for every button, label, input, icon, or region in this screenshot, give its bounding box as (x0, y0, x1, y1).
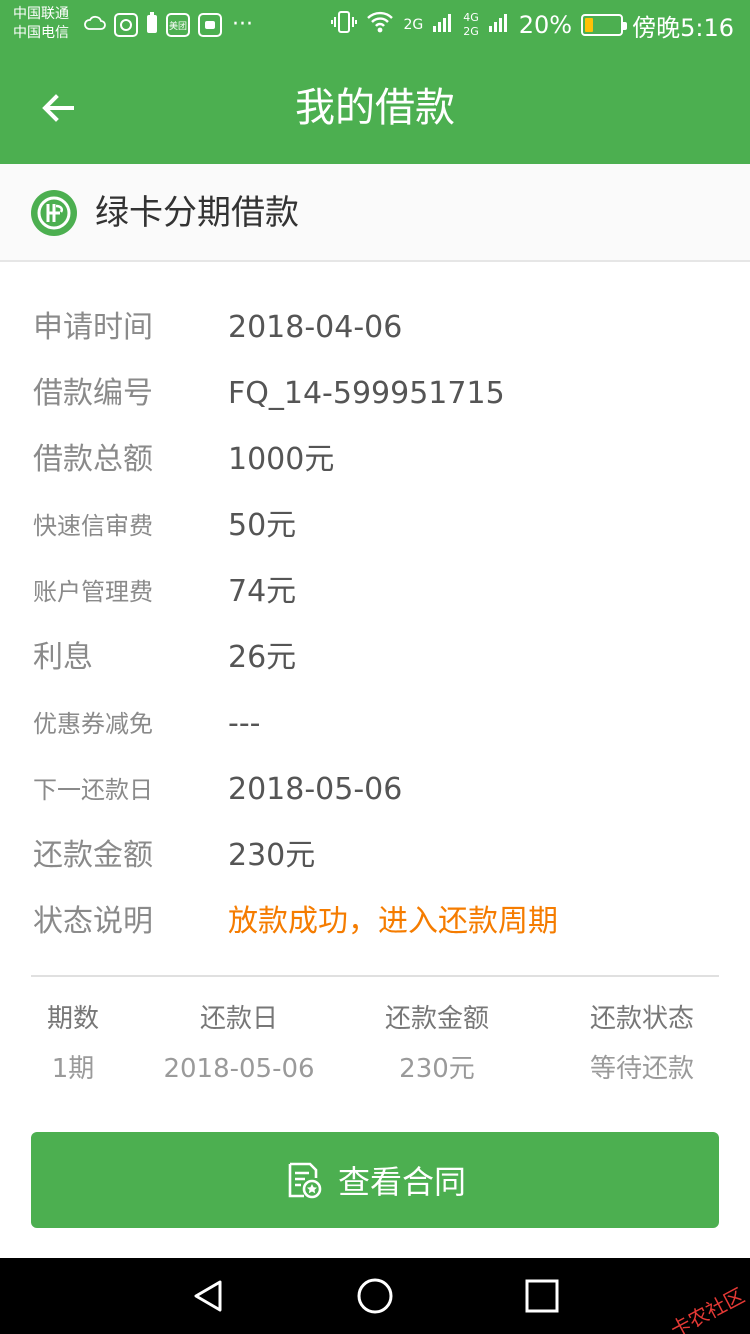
section-divider (31, 975, 719, 977)
detail-label: 下一还款日 (33, 776, 153, 804)
detail-label: 快速信审费 (33, 512, 153, 540)
status-bar: 中国联通 中国电信 美团 ··· 2G 4G 2G 20% 傍晚5:16 (0, 0, 750, 50)
more-notifications-icon: ··· (232, 12, 253, 37)
app-bar: 我的借款 (0, 50, 750, 164)
detail-label: 申请时间 (33, 310, 153, 345)
detail-label: 借款编号 (33, 376, 153, 411)
vibrate-icon (331, 9, 358, 41)
detail-label: 优惠券减免 (33, 710, 153, 738)
detail-value: 50元 (228, 508, 297, 543)
product-name: 绿卡分期借款 (95, 193, 299, 233)
detail-value: FQ_14-599951715 (228, 376, 505, 411)
table-cell-status: 等待还款 (589, 1054, 694, 1084)
notification-icons: 美团 ··· (84, 12, 253, 38)
detail-row-review-fee: 快速信审费 50元 (0, 494, 750, 560)
wifi-icon (366, 10, 394, 40)
triangle-back-icon (194, 1280, 222, 1312)
detail-row-coupon: 优惠券减免 --- (0, 692, 750, 758)
table-cell-due-date: 2018-05-06 (163, 1054, 315, 1084)
lvka-logo-icon (31, 190, 77, 236)
detail-row-repay-amount: 还款金额 230元 (0, 824, 750, 890)
page-title: 我的借款 (295, 85, 455, 131)
detail-row-loan-number: 借款编号 FQ_14-599951715 (0, 362, 750, 428)
loan-app-icon (114, 13, 138, 37)
detail-label: 借款总额 (33, 442, 153, 477)
status-right: 2G 4G 2G 20% 傍晚5:16 (331, 8, 734, 42)
battery-percent: 20% (518, 11, 573, 39)
circle-home-icon (357, 1278, 393, 1314)
nav-recent-button[interactable] (522, 1276, 562, 1316)
table-header-due-date: 还款日 (199, 1004, 278, 1034)
square-recent-icon (525, 1279, 559, 1313)
detail-value: 1000元 (228, 442, 335, 477)
detail-row-apply-date: 申请时间 2018-04-06 (0, 296, 750, 362)
detail-value: --- (228, 706, 261, 741)
meituan-icon: 美团 (166, 13, 190, 37)
table-header-status: 还款状态 (589, 1004, 694, 1034)
nav-back-button[interactable] (188, 1276, 228, 1316)
battery-icon (581, 14, 628, 36)
battery-fill (585, 18, 593, 32)
nav-home-button[interactable] (355, 1276, 395, 1316)
detail-row-account-fee: 账户管理费 74元 (0, 560, 750, 626)
table-cell-period: 1期 (51, 1054, 95, 1084)
signal-type-2: 4G 2G (463, 11, 479, 38)
detail-value: 230元 (228, 838, 316, 873)
carrier-info: 中国联通 中国电信 (13, 5, 69, 43)
detail-row-status: 状态说明 放款成功，进入还款周期 (0, 890, 750, 956)
table-cell-amount: 230元 (399, 1054, 475, 1084)
detail-label: 利息 (33, 640, 93, 675)
carrier-name-1: 中国联通 (13, 6, 69, 22)
system-nav-bar: 卡农社区 (0, 1258, 750, 1334)
signal-2-icon (488, 11, 510, 39)
detail-label: 还款金额 (33, 838, 153, 873)
detail-row-next-due: 下一还款日 2018-05-06 (0, 758, 750, 824)
detail-row-loan-total: 借款总额 1000元 (0, 428, 750, 494)
view-contract-button[interactable]: 查看合同 (31, 1132, 719, 1228)
product-header: 绿卡分期借款 (0, 164, 750, 262)
status-value: 放款成功，进入还款周期 (228, 904, 558, 939)
detail-value: 2018-04-06 (228, 310, 403, 345)
table-header-period: 期数 (46, 1004, 99, 1034)
loan-details: 申请时间 2018-04-06 借款编号 FQ_14-599951715 借款总… (0, 296, 750, 956)
detail-label: 账户管理费 (33, 578, 153, 606)
detail-value: 74元 (228, 574, 297, 609)
signal-1-icon (432, 11, 454, 39)
detail-value: 2018-05-06 (228, 772, 403, 807)
detail-value: 26元 (228, 640, 297, 675)
signal-type-1: 2G (403, 17, 424, 33)
battery-notification-icon (146, 12, 158, 38)
table-header-amount: 还款金额 (384, 1004, 489, 1034)
detail-label: 状态说明 (33, 904, 153, 939)
carrier-name-2: 中国电信 (13, 25, 69, 41)
cloud-icon (84, 15, 106, 35)
clock: 傍晚5:16 (632, 13, 734, 42)
view-contract-label: 查看合同 (337, 1163, 466, 1201)
contract-icon (288, 1162, 322, 1199)
loan-detail-page: 中国联通 中国电信 美团 ··· 2G 4G 2G 20% 傍晚5:16 我的借… (0, 0, 750, 1334)
watermark: 卡农社区 (666, 1283, 749, 1334)
detail-row-interest: 利息 26元 (0, 626, 750, 692)
game-app-icon (198, 13, 222, 37)
